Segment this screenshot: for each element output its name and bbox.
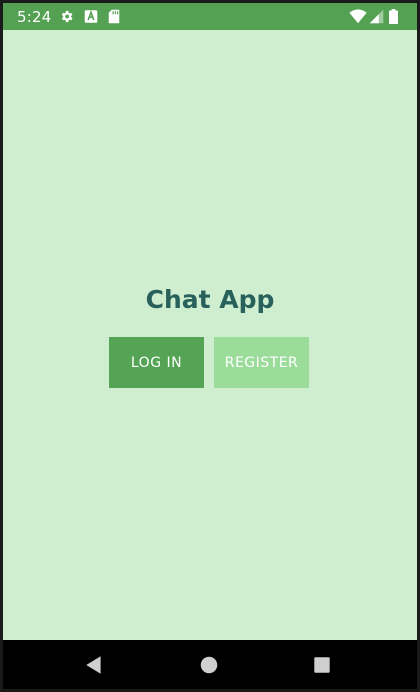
signal-icon <box>369 9 384 24</box>
navigation-bar <box>3 640 417 689</box>
register-button[interactable]: REGISTER <box>214 337 309 388</box>
app-title: Chat App <box>145 285 275 314</box>
gear-icon <box>61 10 73 23</box>
a-icon <box>84 10 98 23</box>
recents-icon[interactable] <box>311 654 333 676</box>
home-icon[interactable] <box>198 654 220 676</box>
screen: 5:24 Chat App LOG IN REGISTER <box>3 3 417 689</box>
wifi-icon <box>349 9 367 24</box>
back-icon[interactable] <box>83 654 105 676</box>
status-bar: 5:24 <box>3 3 417 30</box>
battery-icon <box>389 9 398 24</box>
status-time: 5:24 <box>17 8 52 26</box>
main-content: Chat App LOG IN REGISTER <box>3 30 417 640</box>
login-button[interactable]: LOG IN <box>109 337 204 388</box>
device-frame: 5:24 Chat App LOG IN REGISTER <box>0 0 420 692</box>
sd-card-icon <box>108 9 120 24</box>
